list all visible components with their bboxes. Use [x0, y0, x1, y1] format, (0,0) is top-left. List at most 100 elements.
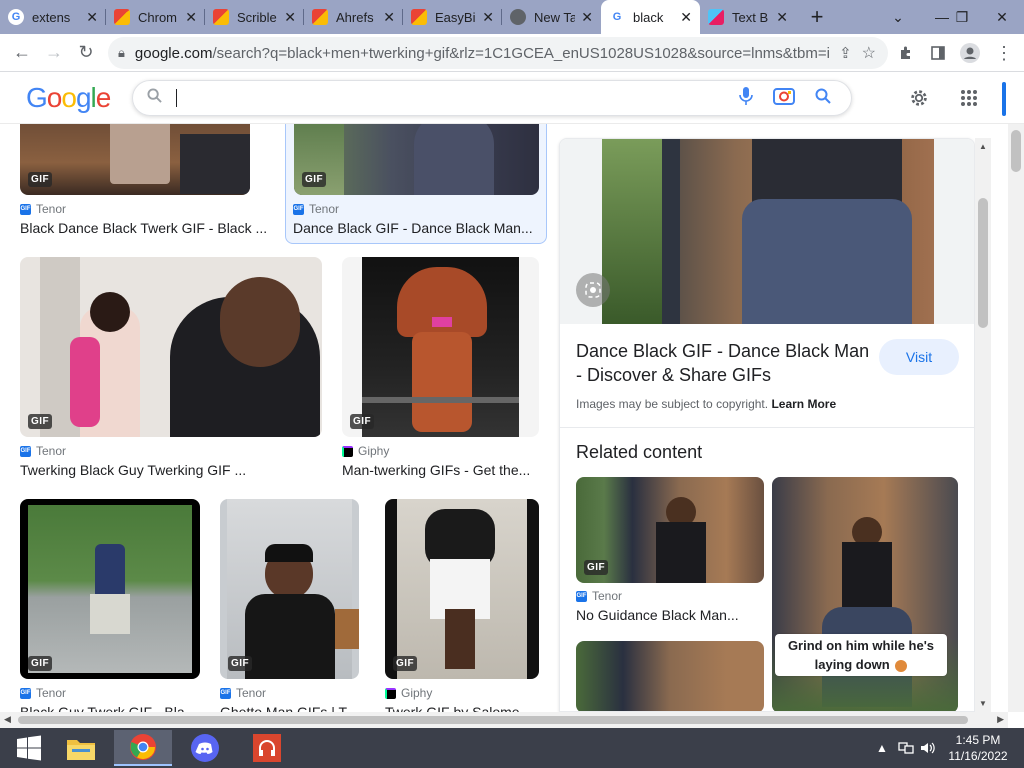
- result-thumbnail[interactable]: GIF: [20, 499, 200, 679]
- result-title[interactable]: Twerk GIF by Salome...: [385, 704, 539, 712]
- result-title[interactable]: Man-twerking GIFs - Get the...: [342, 462, 542, 478]
- scroll-down-arrow-icon[interactable]: ▼: [979, 699, 987, 708]
- store-icon: [312, 9, 328, 25]
- result-source[interactable]: GIF Tenor: [20, 444, 66, 458]
- restore-icon[interactable]: ❐: [942, 0, 982, 34]
- audio-app-icon[interactable]: [238, 730, 296, 766]
- close-icon[interactable]: ✕: [185, 9, 197, 26]
- scroll-thumb[interactable]: [18, 716, 968, 724]
- lock-icon[interactable]: 🔒︎: [118, 45, 125, 61]
- close-icon[interactable]: ✕: [86, 9, 98, 26]
- caption-line: laying down: [814, 657, 890, 672]
- forward-arrow-icon[interactable]: →: [38, 37, 70, 69]
- close-icon[interactable]: ✕: [383, 9, 395, 26]
- result-source[interactable]: GIF Tenor: [220, 686, 266, 700]
- result-thumbnail[interactable]: GIF: [294, 124, 539, 195]
- search-submit-icon[interactable]: [815, 88, 831, 109]
- back-arrow-icon[interactable]: ←: [6, 37, 38, 69]
- result-thumbnail[interactable]: GIF: [20, 257, 322, 437]
- result-source[interactable]: GIF Tenor: [20, 202, 66, 216]
- page-scrollbar[interactable]: [1008, 124, 1024, 712]
- learn-more-link[interactable]: Learn More: [771, 397, 836, 411]
- scroll-left-arrow-icon[interactable]: ◀: [4, 714, 11, 725]
- scroll-thumb[interactable]: [978, 198, 988, 328]
- close-icon[interactable]: ✕: [284, 9, 296, 26]
- scroll-up-arrow-icon[interactable]: ▲: [979, 142, 987, 151]
- system-clock[interactable]: 1:45 PM 11/16/2022: [936, 732, 1020, 764]
- chrome-icon[interactable]: [114, 730, 172, 766]
- related-source[interactable]: GIF Tenor: [576, 589, 622, 603]
- lens-search-icon[interactable]: [576, 273, 610, 307]
- related-content-heading: Related content: [576, 442, 703, 462]
- side-panel-icon[interactable]: [922, 37, 954, 69]
- address-bar[interactable]: 🔒︎ google.com/search?q=black+men+twerkin…: [108, 37, 888, 69]
- result-source[interactable]: GIF Tenor: [293, 202, 339, 216]
- tab-easybib[interactable]: EasyBi ✕: [403, 0, 502, 34]
- tab-new-tab[interactable]: New Ta ✕: [502, 0, 601, 34]
- extensions-puzzle-icon[interactable]: [890, 37, 922, 69]
- search-icon: [147, 88, 162, 108]
- share-icon[interactable]: ⇪: [839, 44, 852, 62]
- tray-chevron-icon[interactable]: ▲: [876, 728, 888, 768]
- related-thumbnail[interactable]: Grind on him while he's laying down: [772, 477, 958, 711]
- result-thumbnail[interactable]: GIF: [20, 124, 250, 195]
- profile-avatar-icon[interactable]: [954, 37, 986, 69]
- file-explorer-icon[interactable]: [52, 730, 110, 766]
- apps-grid-icon[interactable]: [956, 85, 982, 111]
- related-thumbnail[interactable]: [576, 641, 764, 711]
- windows-start-icon[interactable]: [0, 730, 58, 766]
- result-title[interactable]: Twerking Black Guy Twerking GIF ...: [20, 462, 320, 478]
- result-thumbnail[interactable]: GIF: [385, 499, 539, 679]
- result-thumbnail[interactable]: GIF: [220, 499, 359, 679]
- result-title[interactable]: Black Guy Twerk GIF - Bla...: [20, 704, 200, 712]
- microphone-icon[interactable]: [739, 86, 753, 111]
- result-title[interactable]: Black Dance Black Twerk GIF - Black ...: [20, 220, 270, 236]
- tab-search-chevron-icon[interactable]: ⌄: [878, 0, 918, 34]
- chrome-icon: [510, 9, 526, 25]
- related-thumbnail[interactable]: GIF: [576, 477, 764, 583]
- tab-black-search[interactable]: G black ✕: [601, 0, 700, 34]
- horizontal-scrollbar[interactable]: ◀ ▶: [0, 712, 1008, 728]
- preview-image[interactable]: [602, 139, 934, 324]
- windows-taskbar: ▲ 1:45 PM 11/16/2022: [0, 728, 1024, 768]
- result-title[interactable]: Dance Black GIF - Dance Black Man...: [293, 220, 533, 236]
- result-thumbnail[interactable]: GIF: [342, 257, 539, 437]
- scroll-thumb[interactable]: [1011, 130, 1021, 172]
- tab-extensions[interactable]: G extens ✕: [0, 0, 106, 34]
- google-logo[interactable]: Google: [26, 82, 111, 114]
- discord-icon[interactable]: [176, 730, 234, 766]
- result-source[interactable]: GIF Tenor: [20, 686, 66, 700]
- panel-scrollbar[interactable]: ▲ ▼: [975, 138, 991, 712]
- close-icon[interactable]: ✕: [776, 9, 788, 26]
- scroll-right-arrow-icon[interactable]: ▶: [997, 714, 1004, 725]
- gif-badge: GIF: [28, 172, 53, 187]
- search-input[interactable]: [191, 89, 739, 107]
- reload-icon[interactable]: ↻: [70, 37, 102, 69]
- close-icon[interactable]: ✕: [482, 9, 494, 26]
- tab-text-blaze[interactable]: Text B ✕: [700, 0, 796, 34]
- tenor-icon: GIF: [576, 590, 587, 602]
- new-tab-button[interactable]: +: [802, 0, 832, 34]
- camera-lens-icon[interactable]: [773, 86, 795, 111]
- volume-icon[interactable]: [920, 728, 936, 768]
- source-label: Tenor: [36, 444, 67, 458]
- result-title[interactable]: Ghetto Man GIFs | T...: [220, 704, 360, 712]
- related-title[interactable]: No Guidance Black Man...: [576, 607, 764, 623]
- tab-title: New Ta: [534, 9, 576, 25]
- tab-ahrefs[interactable]: Ahrefs ✕: [304, 0, 403, 34]
- result-source[interactable]: Giphy: [342, 444, 389, 458]
- result-source[interactable]: Giphy: [385, 686, 432, 700]
- tab-scrible[interactable]: Scrible ✕: [205, 0, 304, 34]
- browser-menu-icon[interactable]: ⋮: [988, 37, 1020, 69]
- visit-button[interactable]: Visit: [879, 339, 959, 375]
- window-close-icon[interactable]: ✕: [982, 0, 1022, 34]
- settings-gear-icon[interactable]: [906, 85, 932, 111]
- tab-chrome-store[interactable]: Chrom ✕: [106, 0, 205, 34]
- preview-title[interactable]: Dance Black GIF - Dance Black Man - Disc…: [576, 339, 876, 387]
- close-icon[interactable]: ✕: [680, 9, 692, 26]
- network-icon[interactable]: [898, 728, 914, 768]
- bookmark-star-icon[interactable]: ☆: [862, 43, 876, 63]
- source-label: Tenor: [592, 589, 623, 603]
- clock-time: 1:45 PM: [955, 733, 1001, 747]
- close-icon[interactable]: ✕: [581, 9, 593, 26]
